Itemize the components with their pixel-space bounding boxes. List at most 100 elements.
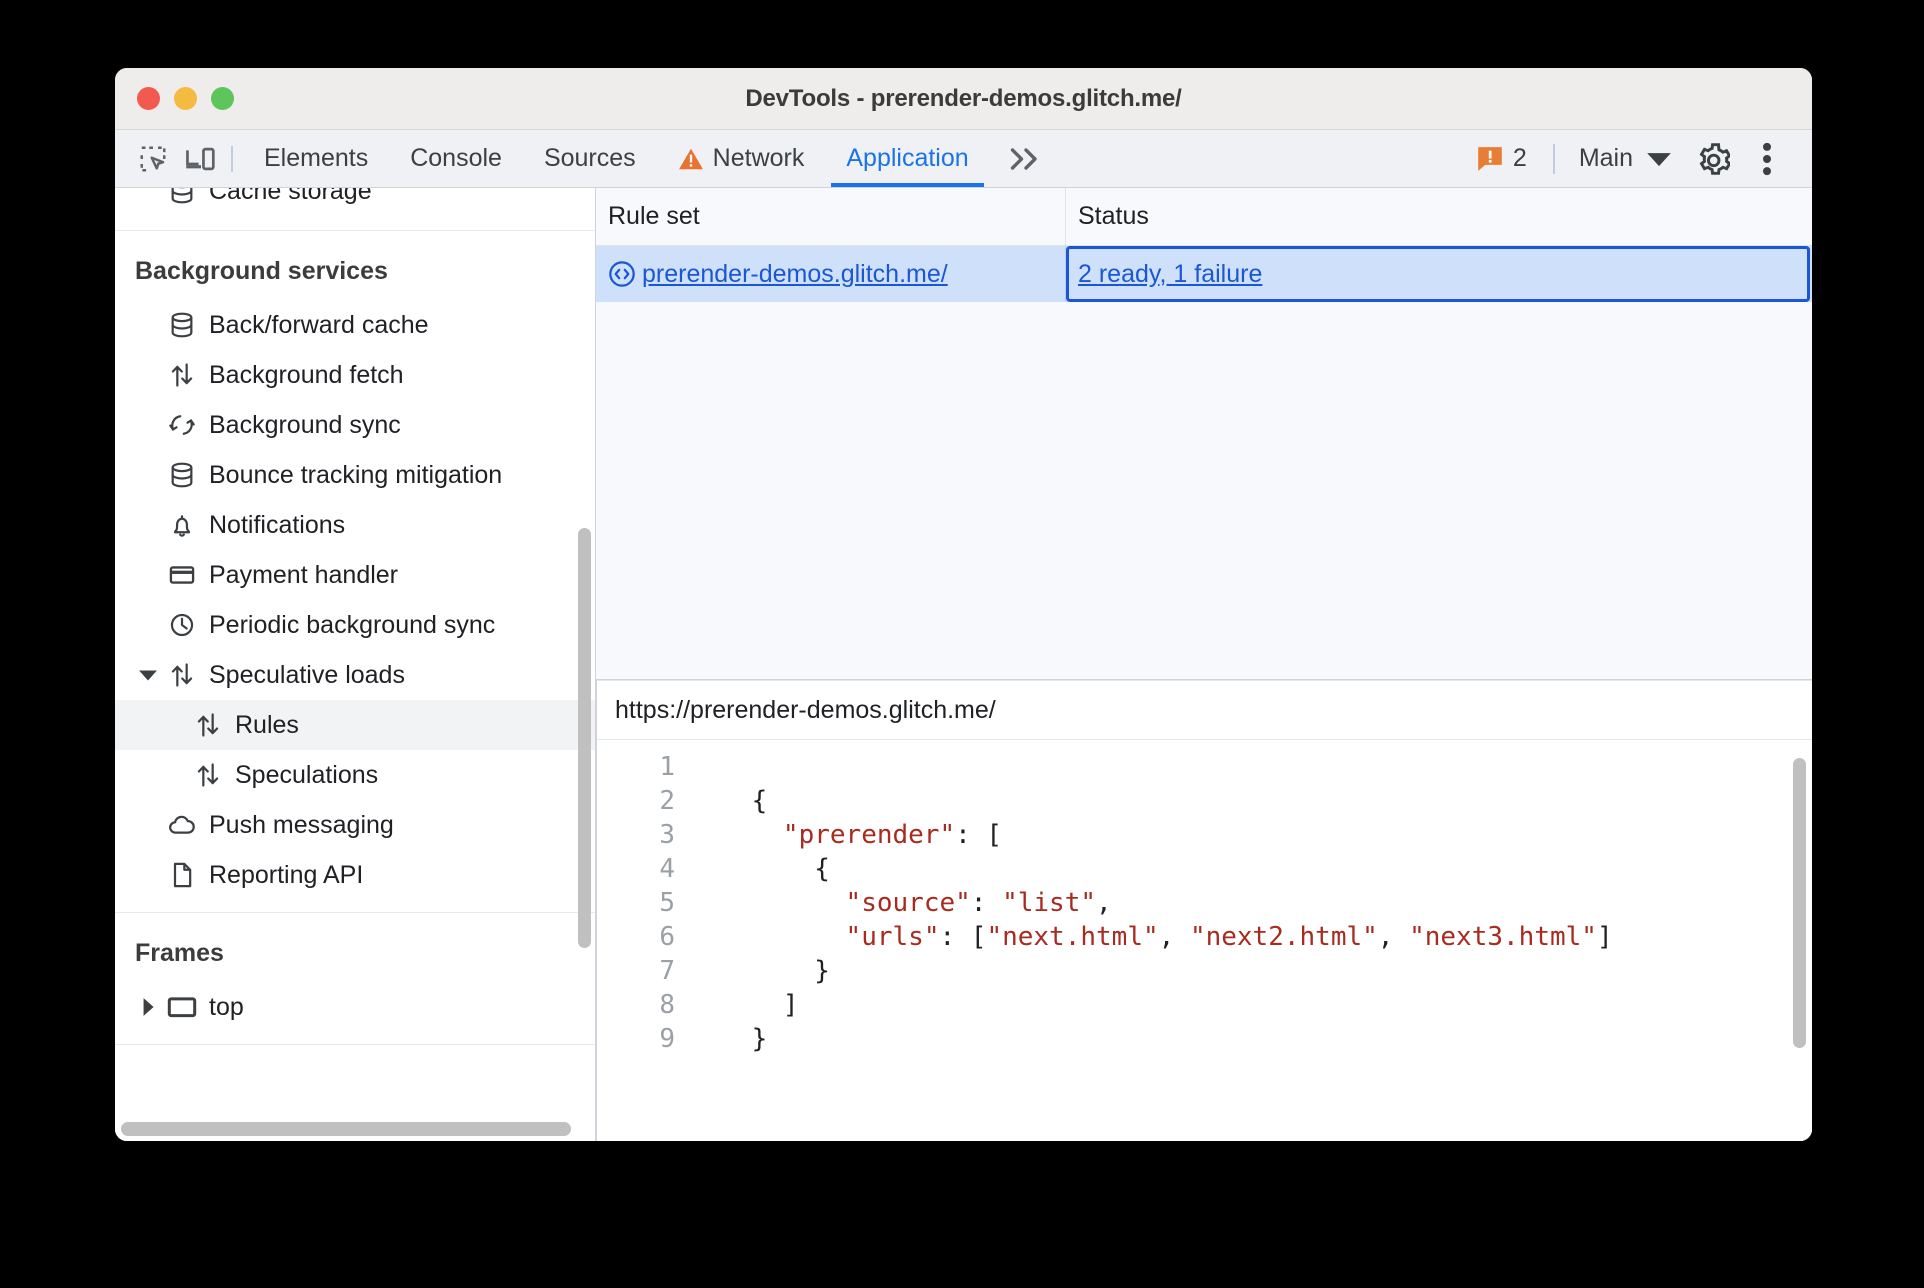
settings-button[interactable] bbox=[1686, 136, 1740, 182]
cell-rule-set[interactable]: prerender-demos.glitch.me/ bbox=[596, 246, 1066, 302]
code-token-string: "prerender" bbox=[782, 820, 956, 850]
code-token-string: "next.html" bbox=[986, 922, 1159, 952]
code-line: 3 "prerender": [ bbox=[597, 818, 1812, 852]
line-number: 2 bbox=[659, 786, 675, 816]
sidebar-item-back-forward-cache[interactable]: Back/forward cache bbox=[115, 300, 595, 350]
sidebar-item-label: Back/forward cache bbox=[209, 310, 429, 339]
traffic-lights bbox=[137, 87, 234, 110]
sidebar-section-title: Frames bbox=[135, 939, 224, 967]
sidebar-item-bounce-tracking-mitigation[interactable]: Bounce tracking mitigation bbox=[115, 450, 595, 500]
warnings-button[interactable]: 2 bbox=[1461, 144, 1543, 173]
devtools-window: DevTools - prerender-demos.glitch.me/ El… bbox=[115, 68, 1812, 1141]
code-token-plain: } bbox=[689, 1024, 768, 1054]
panel-tabs: Elements Console Sources Network Applica… bbox=[243, 130, 990, 187]
rule-set-link-label: prerender-demos.glitch.me/ bbox=[642, 259, 948, 288]
sidebar-item-label: Reporting API bbox=[209, 860, 364, 889]
sidebar-item-background-fetch[interactable]: Background fetch bbox=[115, 350, 595, 400]
detail-vertical-scrollbar[interactable] bbox=[1793, 758, 1806, 1048]
sidebar-item-rules[interactable]: Rules bbox=[115, 700, 595, 750]
inspect-element-button[interactable] bbox=[129, 137, 177, 181]
column-header-status[interactable]: Status bbox=[1066, 188, 1812, 245]
rule-set-source-code[interactable]: 12 {3 "prerender": [4 {5 "source": "list… bbox=[597, 740, 1812, 1141]
sidebar-item-label: Speculative loads bbox=[209, 660, 405, 689]
tab-console-label: Console bbox=[410, 144, 502, 172]
close-window-button[interactable] bbox=[137, 87, 160, 110]
code-line: 1 bbox=[597, 750, 1812, 784]
tab-application[interactable]: Application bbox=[825, 130, 989, 187]
sidebar-vertical-scrollbar[interactable] bbox=[578, 528, 591, 948]
sidebar-item-notifications[interactable]: Notifications bbox=[115, 500, 595, 550]
tab-network[interactable]: Network bbox=[657, 130, 826, 187]
code-line-content: ] bbox=[689, 988, 799, 1022]
context-selector[interactable]: Main bbox=[1565, 144, 1686, 173]
code-line: 4 { bbox=[597, 852, 1812, 886]
sidebar-item-speculative-loads[interactable]: Speculative loads bbox=[115, 650, 595, 700]
sidebar-section-background-services: Background services Back/forward cache B… bbox=[115, 231, 595, 913]
sidebar-item-payment-handler[interactable]: Payment handler bbox=[115, 550, 595, 600]
code-line-content: "source": "list", bbox=[689, 886, 1112, 920]
sidebar-item-background-sync[interactable]: Background sync bbox=[115, 400, 595, 450]
sidebar-item-push-messaging[interactable]: Push messaging bbox=[115, 800, 595, 850]
frame-icon bbox=[161, 993, 203, 1021]
maximize-window-button[interactable] bbox=[211, 87, 234, 110]
sidebar-item-reporting-api[interactable]: Reporting API bbox=[115, 850, 595, 900]
sidebar-item-label: Notifications bbox=[209, 510, 346, 539]
sidebar-scroll-area: Cache storage Background services Back/f… bbox=[115, 188, 595, 1119]
sidebar-item-cache-storage-clipped[interactable]: Cache storage bbox=[115, 188, 595, 218]
database-icon bbox=[161, 461, 203, 489]
toolbar-divider bbox=[231, 145, 233, 172]
toolbar-right-divider bbox=[1552, 143, 1555, 174]
sidebar-item-top-frame[interactable]: top bbox=[115, 982, 595, 1032]
code-token-plain: : [ bbox=[955, 820, 1003, 850]
more-options-button[interactable] bbox=[1740, 136, 1794, 182]
rule-set-link[interactable]: prerender-demos.glitch.me/ bbox=[608, 260, 948, 289]
rule-set-grid: Rule set Status prerender-demos.glitch.m… bbox=[596, 188, 1812, 680]
column-header-rule-set[interactable]: Rule set bbox=[596, 188, 1066, 245]
window-title-bar: DevTools - prerender-demos.glitch.me/ bbox=[115, 68, 1812, 130]
table-row[interactable]: prerender-demos.glitch.me/ 2 ready, 1 fa… bbox=[596, 246, 1812, 302]
code-line-content: { bbox=[689, 784, 768, 818]
device-toolbar-button[interactable] bbox=[177, 137, 225, 181]
chevron-down-icon bbox=[1646, 150, 1672, 168]
rule-set-grid-empty-area bbox=[596, 302, 1812, 679]
tab-elements[interactable]: Elements bbox=[243, 130, 389, 187]
code-line-content: { bbox=[689, 852, 830, 886]
cell-status[interactable]: 2 ready, 1 failure bbox=[1066, 246, 1812, 302]
more-tabs-button[interactable] bbox=[990, 146, 1062, 172]
code-brackets-icon bbox=[608, 260, 636, 288]
clock-icon bbox=[161, 611, 203, 639]
line-number: 1 bbox=[659, 752, 675, 782]
code-line-content: } bbox=[689, 954, 830, 988]
warning-badge-icon bbox=[1477, 146, 1503, 172]
code-token-string: "next2.html" bbox=[1189, 922, 1378, 952]
sidebar-item-label: Payment handler bbox=[209, 560, 399, 589]
context-selector-label: Main bbox=[1578, 144, 1633, 172]
sidebar-item-label: Bounce tracking mitigation bbox=[209, 460, 503, 489]
twisty-collapsed-icon[interactable] bbox=[135, 997, 161, 1017]
tab-sources-label: Sources bbox=[543, 144, 636, 172]
minimize-window-button[interactable] bbox=[174, 87, 197, 110]
sidebar-horizontal-scrollbar[interactable] bbox=[121, 1122, 571, 1136]
twisty-expanded-icon[interactable] bbox=[135, 667, 161, 683]
tab-sources[interactable]: Sources bbox=[523, 130, 657, 187]
document-icon bbox=[161, 861, 203, 889]
sidebar-item-periodic-background-sync[interactable]: Periodic background sync bbox=[115, 600, 595, 650]
tab-console[interactable]: Console bbox=[389, 130, 523, 187]
tab-network-label: Network bbox=[712, 144, 805, 172]
code-line-content: } bbox=[689, 1022, 768, 1056]
sidebar-section-frames: Frames top bbox=[115, 913, 595, 1045]
line-number: 6 bbox=[659, 922, 675, 952]
status-link[interactable]: 2 ready, 1 failure bbox=[1078, 260, 1262, 289]
main-panel: Rule set Status prerender-demos.glitch.m… bbox=[596, 188, 1812, 1141]
gear-icon bbox=[1696, 142, 1730, 176]
code-token-plain: { bbox=[689, 786, 768, 816]
sidebar-item-label: top bbox=[209, 992, 244, 1021]
toolbar-right-group: 2 Main bbox=[1461, 136, 1794, 182]
code-token-plain: ] bbox=[689, 990, 799, 1020]
line-number: 3 bbox=[659, 820, 675, 850]
updown-arrows-icon bbox=[161, 661, 203, 689]
sidebar-item-speculations[interactable]: Speculations bbox=[115, 750, 595, 800]
devtools-toolbar: Elements Console Sources Network Applica… bbox=[115, 130, 1812, 188]
